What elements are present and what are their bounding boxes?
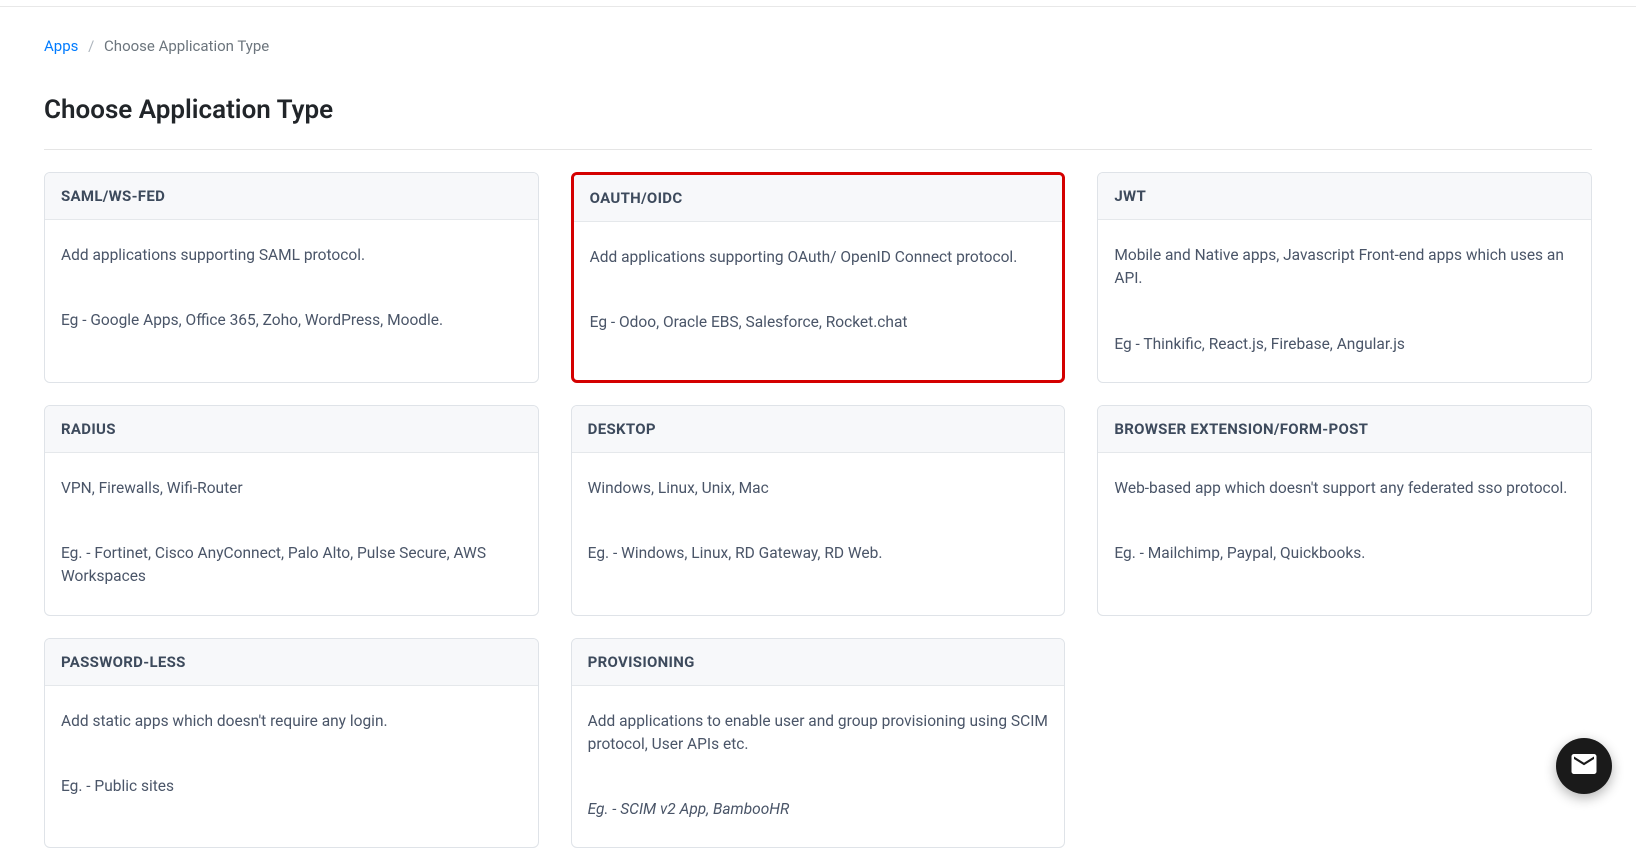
card-example: Eg. - Fortinet, Cisco AnyConnect, Palo A…	[61, 542, 522, 589]
card-radius[interactable]: RADIUS VPN, Firewalls, Wifi-Router Eg. -…	[44, 405, 539, 616]
card-title: SAML/WS-FED	[45, 173, 538, 220]
page-title: Choose Application Type	[44, 95, 1592, 125]
card-example: Eg - Odoo, Oracle EBS, Salesforce, Rocke…	[590, 311, 1047, 334]
card-example: Eg. - Public sites	[61, 775, 522, 798]
breadcrumb-root-link[interactable]: Apps	[44, 37, 78, 55]
card-example: Eg - Thinkific, React.js, Firebase, Angu…	[1114, 333, 1575, 356]
card-title: PASSWORD-LESS	[45, 639, 538, 686]
card-provisioning[interactable]: PROVISIONING Add applications to enable …	[571, 638, 1066, 849]
card-description: Mobile and Native apps, Javascript Front…	[1114, 244, 1575, 291]
breadcrumb-separator: /	[88, 37, 94, 55]
card-description: Add static apps which doesn't require an…	[61, 710, 522, 733]
card-jwt[interactable]: JWT Mobile and Native apps, Javascript F…	[1097, 172, 1592, 383]
card-title: BROWSER EXTENSION/FORM-POST	[1098, 406, 1591, 453]
card-title: DESKTOP	[572, 406, 1065, 453]
card-description: Add applications supporting OAuth/ OpenI…	[590, 246, 1047, 269]
card-title: RADIUS	[45, 406, 538, 453]
card-desktop[interactable]: DESKTOP Windows, Linux, Unix, Mac Eg. - …	[571, 405, 1066, 616]
card-example: Eg. - Mailchimp, Paypal, Quickbooks.	[1114, 542, 1575, 565]
card-oauth-oidc[interactable]: OAUTH/OIDC Add applications supporting O…	[571, 172, 1066, 383]
chat-button[interactable]	[1556, 738, 1612, 794]
app-type-grid: SAML/WS-FED Add applications supporting …	[44, 172, 1592, 848]
card-description: Windows, Linux, Unix, Mac	[588, 477, 1049, 500]
card-browser-extension[interactable]: BROWSER EXTENSION/FORM-POST Web-based ap…	[1097, 405, 1592, 616]
breadcrumb-current: Choose Application Type	[104, 37, 269, 55]
card-title: OAUTH/OIDC	[574, 175, 1063, 222]
card-title: PROVISIONING	[572, 639, 1065, 686]
card-description: Add applications to enable user and grou…	[588, 710, 1049, 757]
card-password-less[interactable]: PASSWORD-LESS Add static apps which does…	[44, 638, 539, 849]
card-example: Eg - Google Apps, Office 365, Zoho, Word…	[61, 309, 522, 332]
card-saml-ws-fed[interactable]: SAML/WS-FED Add applications supporting …	[44, 172, 539, 383]
card-description: Web-based app which doesn't support any …	[1114, 477, 1575, 500]
card-example: Eg. - Windows, Linux, RD Gateway, RD Web…	[588, 542, 1049, 565]
card-description: Add applications supporting SAML protoco…	[61, 244, 522, 267]
breadcrumb: Apps / Choose Application Type	[44, 37, 1592, 55]
card-example: Eg. - SCIM v2 App, BambooHR	[588, 798, 1049, 821]
card-title: JWT	[1098, 173, 1591, 220]
divider	[44, 149, 1592, 150]
card-description: VPN, Firewalls, Wifi-Router	[61, 477, 522, 500]
mail-icon	[1569, 749, 1599, 783]
